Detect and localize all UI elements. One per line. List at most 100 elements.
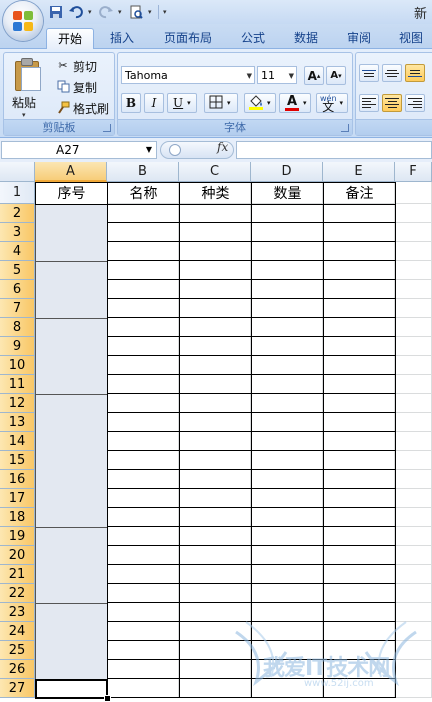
cell[interactable]	[251, 394, 323, 413]
cell[interactable]	[323, 546, 395, 565]
save-icon[interactable]	[48, 4, 64, 20]
cell[interactable]	[251, 641, 323, 660]
cell[interactable]	[251, 337, 323, 356]
cell[interactable]	[179, 508, 251, 527]
cell[interactable]	[395, 299, 432, 318]
cell[interactable]	[179, 470, 251, 489]
row-header-21[interactable]: 21	[0, 565, 35, 584]
row-header-7[interactable]: 7	[0, 299, 35, 318]
cell[interactable]	[179, 223, 251, 242]
cell[interactable]	[251, 622, 323, 641]
format-painter-button[interactable]: 格式刷	[56, 99, 109, 117]
cell[interactable]	[395, 603, 432, 622]
cell[interactable]	[323, 508, 395, 527]
cell[interactable]	[395, 660, 432, 679]
cell[interactable]	[179, 622, 251, 641]
cell[interactable]	[179, 565, 251, 584]
font-color-button[interactable]: A ▾	[279, 93, 311, 113]
row-header-4[interactable]: 4	[0, 242, 35, 261]
cell[interactable]	[323, 261, 395, 280]
cell[interactable]	[395, 470, 432, 489]
paste-button[interactable]: 粘贴 ▾	[4, 53, 48, 119]
tab-data[interactable]: 数据	[285, 28, 327, 48]
cell[interactable]	[323, 318, 395, 337]
italic-button[interactable]: I	[144, 93, 164, 113]
cell[interactable]	[323, 204, 395, 223]
cell[interactable]	[107, 413, 179, 432]
cell[interactable]	[323, 394, 395, 413]
cell[interactable]	[107, 223, 179, 242]
office-button[interactable]	[3, 1, 43, 41]
cell[interactable]	[251, 204, 323, 223]
cell[interactable]	[107, 565, 179, 584]
print-preview-icon[interactable]	[128, 4, 144, 20]
cell[interactable]	[323, 584, 395, 603]
font-name-combo[interactable]: Tahoma ▼	[121, 66, 255, 84]
table-header-cell[interactable]: 名称	[107, 182, 180, 205]
row-header-2[interactable]: 2	[0, 204, 35, 223]
undo-dropdown-icon[interactable]: ▾	[88, 8, 94, 16]
cell[interactable]	[179, 603, 251, 622]
cell[interactable]	[251, 299, 323, 318]
merged-cell[interactable]	[35, 261, 108, 319]
cell[interactable]	[179, 375, 251, 394]
row-header-15[interactable]: 15	[0, 451, 35, 470]
cell[interactable]	[323, 470, 395, 489]
cell[interactable]	[107, 451, 179, 470]
insert-function-button[interactable]: fx	[217, 140, 228, 154]
cell[interactable]	[107, 432, 179, 451]
cell[interactable]	[179, 527, 251, 546]
cell[interactable]	[179, 546, 251, 565]
row-header-8[interactable]: 8	[0, 318, 35, 337]
cell[interactable]	[251, 413, 323, 432]
cell[interactable]	[179, 204, 251, 223]
cell[interactable]	[323, 223, 395, 242]
fill-color-button[interactable]: ▾	[244, 93, 276, 113]
cell[interactable]	[251, 223, 323, 242]
row-header-19[interactable]: 19	[0, 527, 35, 546]
row-header-10[interactable]: 10	[0, 356, 35, 375]
tab-page-layout[interactable]: 页面布局	[156, 28, 220, 48]
column-header-b[interactable]: B	[107, 162, 179, 182]
font-dialog-launcher[interactable]	[341, 124, 349, 132]
cell[interactable]	[323, 489, 395, 508]
cell[interactable]	[323, 280, 395, 299]
cell[interactable]	[395, 489, 432, 508]
cell[interactable]	[323, 375, 395, 394]
row-header-6[interactable]: 6	[0, 280, 35, 299]
cell[interactable]	[395, 318, 432, 337]
cell[interactable]	[251, 565, 323, 584]
cell[interactable]	[395, 182, 432, 204]
cell[interactable]	[251, 584, 323, 603]
cell[interactable]	[179, 394, 251, 413]
cell[interactable]	[251, 318, 323, 337]
cell[interactable]	[251, 432, 323, 451]
tab-review[interactable]: 审阅	[338, 28, 380, 48]
cell[interactable]	[395, 641, 432, 660]
name-box[interactable]: A27 ▼	[1, 141, 157, 159]
align-top-button[interactable]	[359, 64, 379, 82]
row-header-20[interactable]: 20	[0, 546, 35, 565]
table-header-cell[interactable]: 种类	[179, 182, 252, 205]
redo-icon[interactable]	[98, 4, 114, 20]
worksheet-grid[interactable]: A B C D E F 1 2 3 4 5 6 7 8 9 10 11 12 13 14 15 16 17 18 19 20 21 2…	[0, 162, 432, 702]
cell[interactable]	[179, 318, 251, 337]
cell[interactable]	[251, 375, 323, 394]
align-bottom-button[interactable]	[405, 64, 425, 82]
cell[interactable]	[395, 679, 432, 698]
row-header-11[interactable]: 11	[0, 375, 35, 394]
row-header-27[interactable]: 27	[0, 679, 35, 698]
cell[interactable]	[251, 508, 323, 527]
merged-cell[interactable]	[35, 394, 108, 528]
cell[interactable]	[107, 470, 179, 489]
cell[interactable]	[323, 622, 395, 641]
cell[interactable]	[395, 223, 432, 242]
cell[interactable]	[395, 451, 432, 470]
tab-formulas[interactable]: 公式	[232, 28, 274, 48]
cell[interactable]	[251, 470, 323, 489]
cell[interactable]	[395, 565, 432, 584]
cell[interactable]	[107, 337, 179, 356]
cell[interactable]	[107, 204, 179, 223]
cell[interactable]	[179, 660, 251, 679]
font-size-combo[interactable]: 11 ▼	[257, 66, 297, 84]
